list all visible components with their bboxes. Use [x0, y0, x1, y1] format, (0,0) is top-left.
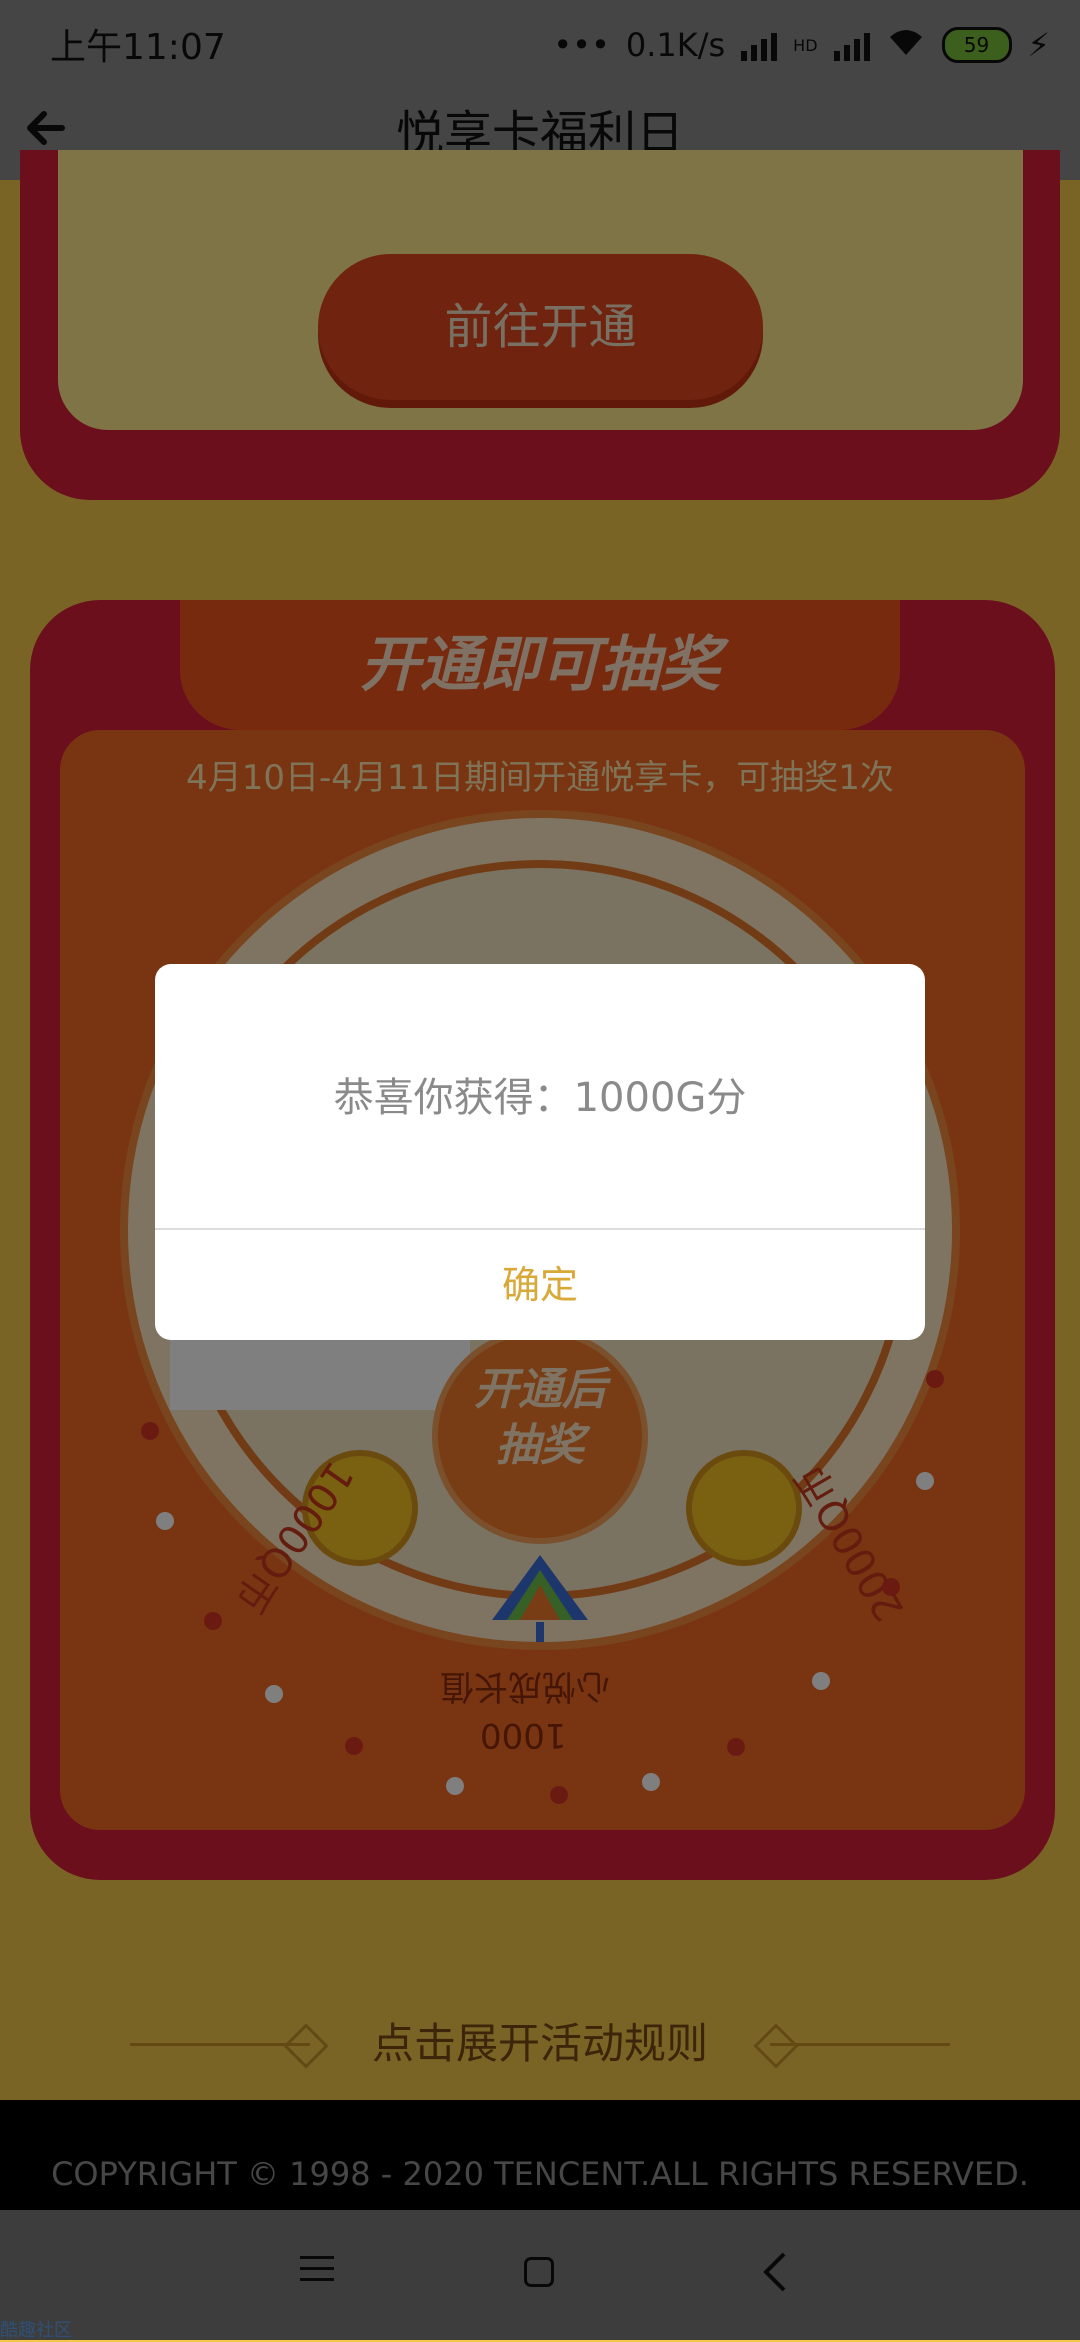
dialog-message: 恭喜你获得：1000G分: [333, 1075, 747, 1121]
confirm-button[interactable]: 确定: [155, 1230, 925, 1340]
